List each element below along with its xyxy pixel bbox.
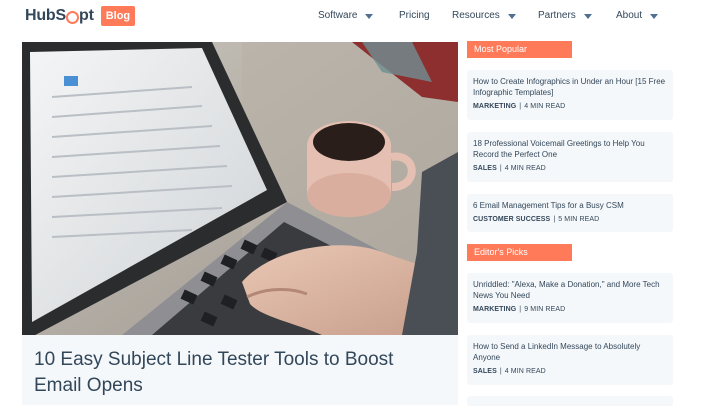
nav-item-resources[interactable]: Resources	[452, 10, 516, 21]
sprocket-icon	[66, 10, 79, 24]
chevron-down-icon	[583, 14, 592, 19]
nav-item-label: Software	[318, 10, 358, 21]
meta-separator: |	[519, 103, 522, 110]
meta-separator: |	[519, 306, 522, 313]
read-time: 4 MIN READ	[504, 368, 546, 375]
logo-text-pot: pt	[79, 7, 94, 24]
hubspot-blog-logo[interactable]: Hub S pt Blog	[25, 5, 136, 27]
post-meta: MARKETING | 9 MIN READ	[473, 306, 667, 313]
post-meta: SALES | 4 MIN READ	[473, 165, 667, 172]
post-topic-tag[interactable]: MARKETING	[473, 306, 516, 313]
featured-post-image[interactable]	[22, 42, 458, 335]
post-topic-tag[interactable]: MARKETING	[473, 103, 516, 110]
post-topic-tag[interactable]: CUSTOMER SUCCESS	[473, 216, 550, 223]
post-meta: CUSTOMER SUCCESS | 5 MIN READ	[473, 216, 667, 223]
nav-item-software[interactable]: Software	[318, 10, 374, 21]
meta-separator: |	[499, 165, 502, 172]
popular-post-card[interactable]: How to Create Infographics in Under an H…	[467, 70, 673, 120]
post-meta: SALES | 4 MIN READ	[473, 368, 667, 375]
post-title[interactable]: Unriddled: "Alexa, Make a Donation," and…	[473, 279, 667, 301]
featured-post-caption: 10 Easy Subject Line Tester Tools to Boo…	[22, 335, 458, 405]
nav-item-label: Resources	[452, 10, 500, 21]
logo-text-hub: Hub	[25, 7, 56, 24]
post-title[interactable]: How to Send a LinkedIn Message to Absolu…	[473, 341, 667, 363]
laptop-coffee-photo-icon	[22, 42, 458, 335]
site-header: Hub S pt Blog Software Pricing Resources…	[0, 0, 704, 34]
editors-pick-card[interactable]: How to Send a LinkedIn Message to Absolu…	[467, 335, 673, 385]
logo-text-s: S	[55, 7, 67, 24]
post-topic-tag[interactable]: SALES	[473, 165, 497, 172]
read-time: 9 MIN READ	[524, 306, 566, 313]
read-time: 4 MIN READ	[504, 165, 546, 172]
post-topic-tag[interactable]: SALES	[473, 368, 497, 375]
featured-post-title[interactable]: 10 Easy Subject Line Tester Tools to Boo…	[34, 347, 444, 399]
blog-badge: Blog	[100, 6, 136, 26]
nav-item-about[interactable]: About	[616, 10, 659, 21]
meta-separator: |	[499, 368, 502, 375]
read-time: 5 MIN READ	[558, 216, 600, 223]
nav-item-partners[interactable]: Partners	[538, 10, 592, 21]
nav-item-label: About	[616, 10, 643, 21]
nav-item-label: Pricing	[399, 10, 430, 21]
post-title[interactable]: How to Create Infographics in Under an H…	[473, 76, 667, 98]
post-title[interactable]: 6 Email Management Tips for a Busy CSM	[473, 200, 667, 211]
editors-picks-label: Editor's Picks	[467, 244, 572, 261]
editors-pick-card[interactable]: Unriddled: "Alexa, Make a Donation," and…	[467, 273, 673, 323]
editors-pick-card[interactable]	[467, 396, 673, 406]
nav-item-pricing[interactable]: Pricing	[399, 10, 430, 21]
chevron-down-icon	[650, 14, 659, 19]
most-popular-label: Most Popular	[467, 41, 572, 58]
popular-post-card[interactable]: 18 Professional Voicemail Greetings to H…	[467, 132, 673, 182]
meta-separator: |	[553, 216, 556, 223]
chevron-down-icon	[507, 14, 516, 19]
chevron-down-icon	[365, 14, 374, 19]
popular-post-card[interactable]: 6 Email Management Tips for a Busy CSM C…	[467, 194, 673, 232]
post-meta: MARKETING | 4 MIN READ	[473, 103, 667, 110]
post-title[interactable]: 18 Professional Voicemail Greetings to H…	[473, 138, 667, 160]
read-time: 4 MIN READ	[524, 103, 566, 110]
nav-item-label: Partners	[538, 10, 576, 21]
